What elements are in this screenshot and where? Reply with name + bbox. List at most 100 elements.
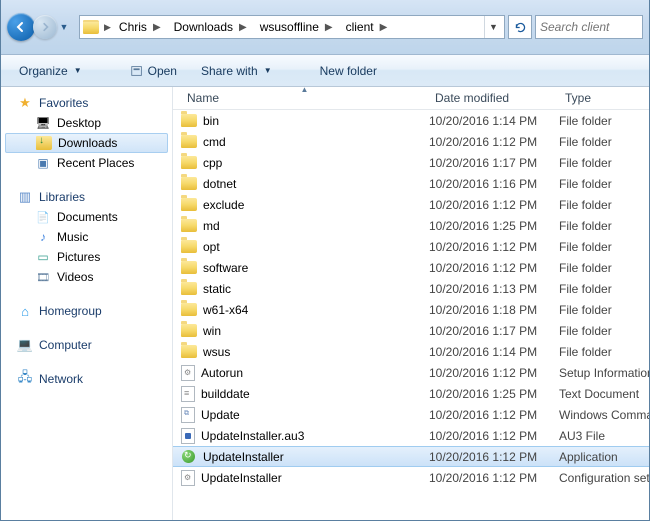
forward-button[interactable]: [33, 15, 57, 39]
file-date: 10/20/2016 1:13 PM: [429, 282, 559, 296]
file-type: Application: [559, 450, 649, 464]
chevron-right-icon[interactable]: ▶: [233, 22, 251, 33]
file-name: UpdateInstaller: [201, 471, 282, 485]
chevron-down-icon: ▼: [264, 66, 272, 75]
chevron-right-icon[interactable]: ▶: [319, 22, 337, 33]
file-list[interactable]: bin10/20/2016 1:14 PMFile foldercmd10/20…: [173, 110, 649, 520]
sidebar-item-label: Pictures: [57, 250, 100, 264]
chevron-right-icon[interactable]: ▶: [102, 22, 113, 33]
file-type: Windows Command: [559, 408, 649, 422]
sidebar-item-computer[interactable]: 💻 Computer: [1, 335, 172, 355]
sidebar-item-label: Videos: [57, 270, 93, 284]
sidebar-item-network[interactable]: 🖧 Network: [1, 369, 172, 389]
file-date: 10/20/2016 1:16 PM: [429, 177, 559, 191]
organize-menu[interactable]: Organize▼: [9, 61, 92, 81]
file-type: File folder: [559, 240, 649, 254]
folder-icon: [181, 324, 197, 337]
desktop-icon: [35, 115, 51, 131]
file-row[interactable]: exclude10/20/2016 1:12 PMFile folder: [173, 194, 649, 215]
file-row[interactable]: w61-x6410/20/2016 1:18 PMFile folder: [173, 299, 649, 320]
file-row[interactable]: win10/20/2016 1:17 PMFile folder: [173, 320, 649, 341]
sidebar-item-desktop[interactable]: Desktop: [1, 113, 172, 133]
column-header-date[interactable]: Date modified: [429, 87, 559, 109]
music-icon: ♪: [35, 229, 51, 245]
folder-icon: [83, 20, 99, 34]
folder-icon: [181, 261, 197, 274]
back-button[interactable]: [7, 13, 35, 41]
sidebar-item-recent[interactable]: ▣ Recent Places: [1, 153, 172, 173]
breadcrumb-item[interactable]: wsusoffline▶: [254, 16, 340, 38]
folder-icon: [181, 135, 197, 148]
column-header-type[interactable]: Type: [559, 87, 649, 109]
file-name: Update: [201, 408, 240, 422]
sidebar-item-music[interactable]: ♪ Music: [1, 227, 172, 247]
toolbar: Organize▼ Open Share with▼ New folder: [1, 55, 649, 87]
nav-history-dropdown[interactable]: ▼: [57, 22, 71, 32]
file-date: 10/20/2016 1:12 PM: [429, 429, 559, 443]
address-dropdown[interactable]: ▼: [484, 16, 502, 38]
sidebar-group-favorites: ★ Favorites Desktop Downloads ▣ Recent P…: [1, 93, 172, 173]
file-name: cmd: [203, 135, 226, 149]
main-area: ★ Favorites Desktop Downloads ▣ Recent P…: [1, 87, 649, 520]
address-bar[interactable]: ▶ Chris▶ Downloads▶ wsusoffline▶ client▶…: [79, 15, 505, 39]
file-row[interactable]: bin10/20/2016 1:14 PMFile folder: [173, 110, 649, 131]
downloads-icon: [36, 136, 52, 150]
file-type: File folder: [559, 219, 649, 233]
star-icon: ★: [17, 95, 33, 111]
file-row[interactable]: software10/20/2016 1:12 PMFile folder: [173, 257, 649, 278]
file-row[interactable]: md10/20/2016 1:25 PMFile folder: [173, 215, 649, 236]
folder-icon: [181, 219, 197, 232]
file-row[interactable]: UpdateInstaller10/20/2016 1:12 PMConfigu…: [173, 467, 649, 488]
search-input[interactable]: [540, 20, 638, 34]
breadcrumb-item[interactable]: Downloads▶: [168, 16, 254, 38]
file-row[interactable]: static10/20/2016 1:13 PMFile folder: [173, 278, 649, 299]
file-date: 10/20/2016 1:25 PM: [429, 387, 559, 401]
navigation-pane: ★ Favorites Desktop Downloads ▣ Recent P…: [1, 87, 173, 520]
file-date: 10/20/2016 1:12 PM: [429, 450, 559, 464]
file-row[interactable]: cpp10/20/2016 1:17 PMFile folder: [173, 152, 649, 173]
ini-icon: [181, 365, 195, 381]
file-date: 10/20/2016 1:12 PM: [429, 366, 559, 380]
address-space[interactable]: [394, 16, 484, 38]
sidebar-header-libraries[interactable]: ▥ Libraries: [1, 187, 172, 207]
file-row[interactable]: UpdateInstaller.au310/20/2016 1:12 PMAU3…: [173, 425, 649, 446]
file-row[interactable]: dotnet10/20/2016 1:16 PMFile folder: [173, 173, 649, 194]
sidebar-header-favorites[interactable]: ★ Favorites: [1, 93, 172, 113]
cmd-icon: [181, 407, 195, 423]
sidebar-item-documents[interactable]: 📄 Documents: [1, 207, 172, 227]
sidebar-item-downloads[interactable]: Downloads: [5, 133, 168, 153]
new-folder-button[interactable]: New folder: [310, 61, 387, 81]
chevron-right-icon[interactable]: ▶: [147, 22, 165, 33]
au3-icon: [181, 428, 195, 444]
ini-icon: [181, 470, 195, 486]
sidebar-item-homegroup[interactable]: ⌂ Homegroup: [1, 301, 172, 321]
sidebar-group-homegroup: ⌂ Homegroup: [1, 301, 172, 321]
file-row[interactable]: cmd10/20/2016 1:12 PMFile folder: [173, 131, 649, 152]
open-button[interactable]: Open: [120, 61, 187, 81]
search-box[interactable]: [535, 15, 643, 39]
sidebar-item-label: Network: [39, 372, 83, 386]
chevron-down-icon: ▼: [74, 66, 82, 75]
file-date: 10/20/2016 1:14 PM: [429, 345, 559, 359]
folder-icon: [181, 345, 197, 358]
file-row[interactable]: Update10/20/2016 1:12 PMWindows Command: [173, 404, 649, 425]
folder-icon: [181, 114, 197, 127]
file-row[interactable]: opt10/20/2016 1:12 PMFile folder: [173, 236, 649, 257]
share-menu[interactable]: Share with▼: [191, 61, 282, 81]
breadcrumb-item[interactable]: Chris▶: [113, 16, 168, 38]
sidebar-item-videos[interactable]: 🎞 Videos: [1, 267, 172, 287]
file-row[interactable]: UpdateInstaller10/20/2016 1:12 PMApplica…: [173, 446, 649, 467]
file-name: opt: [203, 240, 220, 254]
refresh-button[interactable]: [508, 15, 532, 39]
breadcrumb-item[interactable]: client▶: [340, 16, 395, 38]
file-row[interactable]: builddate10/20/2016 1:25 PMText Document: [173, 383, 649, 404]
sidebar-item-label: Homegroup: [39, 304, 102, 318]
file-row[interactable]: wsus10/20/2016 1:14 PMFile folder: [173, 341, 649, 362]
chevron-right-icon[interactable]: ▶: [374, 22, 392, 33]
file-row[interactable]: Autorun10/20/2016 1:12 PMSetup Informati…: [173, 362, 649, 383]
column-header-name[interactable]: Name ▲: [173, 87, 429, 109]
file-type: AU3 File: [559, 429, 649, 443]
sidebar-label: Libraries: [39, 190, 85, 204]
sidebar-item-pictures[interactable]: ▭ Pictures: [1, 247, 172, 267]
txt-icon: [181, 386, 195, 402]
